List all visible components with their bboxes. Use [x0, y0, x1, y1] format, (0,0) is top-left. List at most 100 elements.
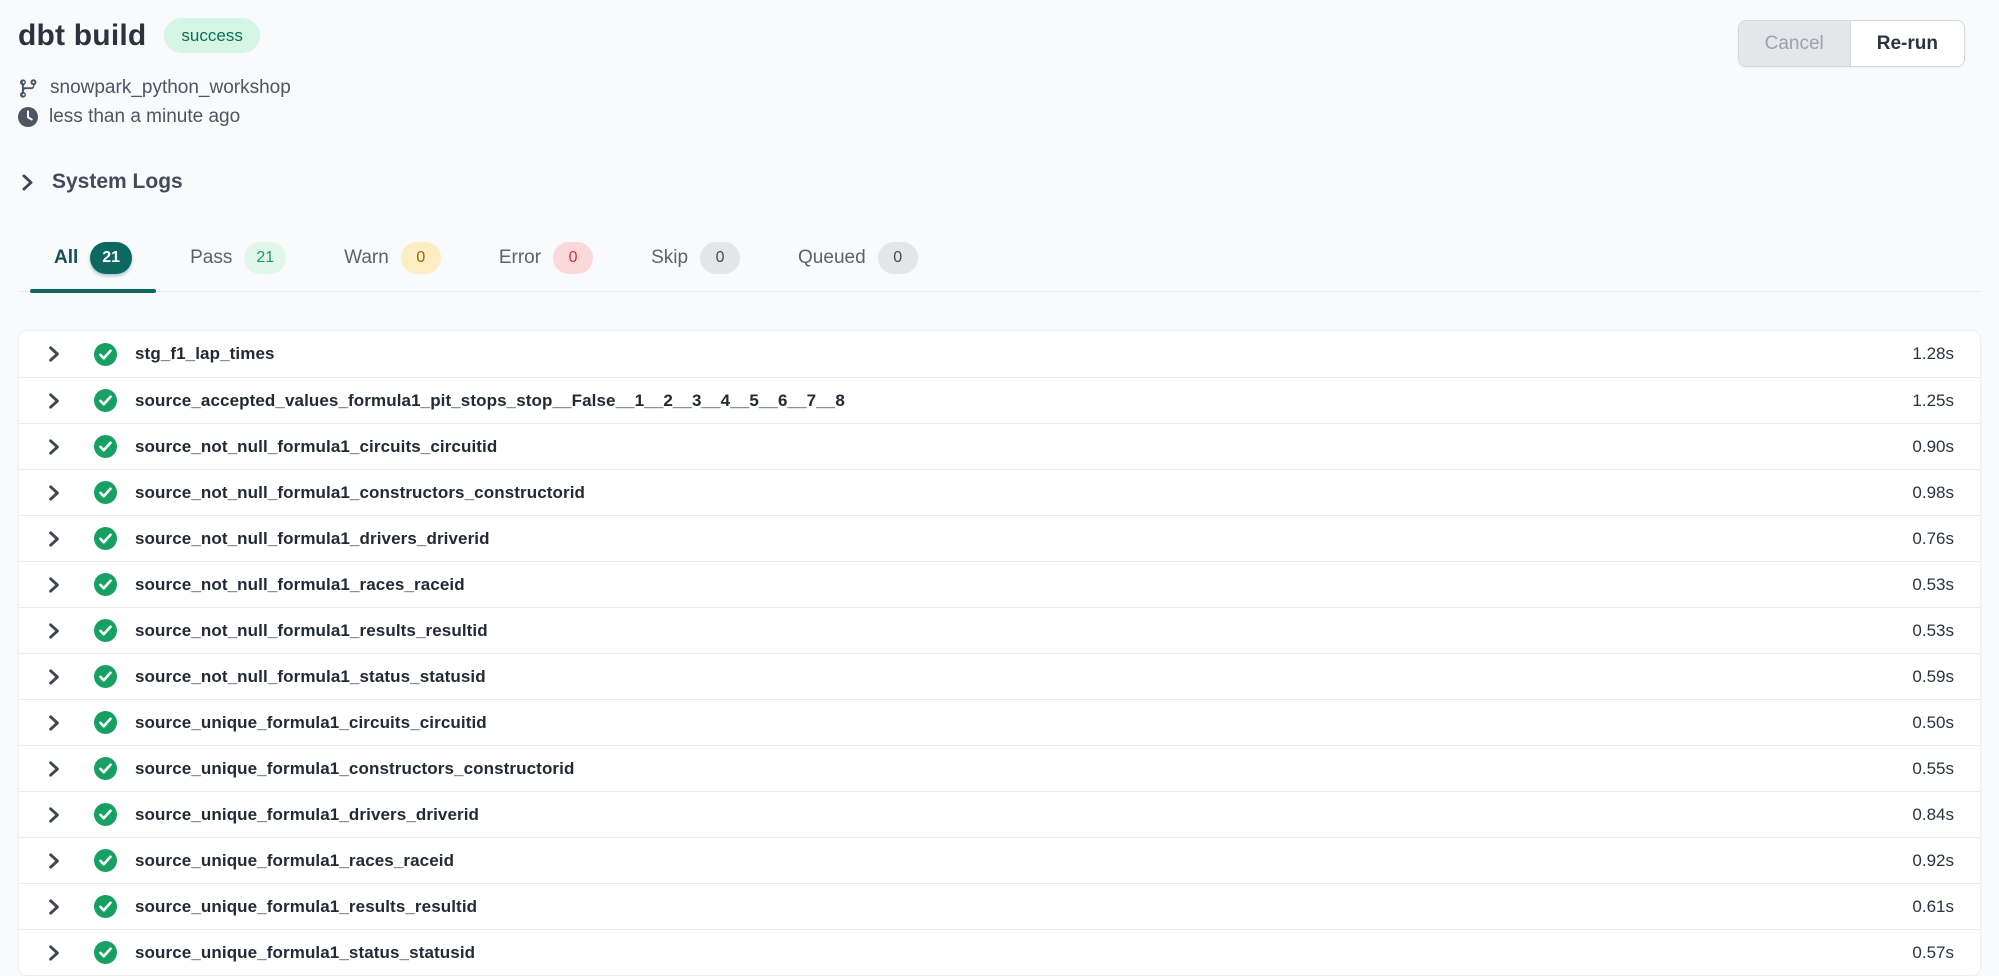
system-logs-label: System Logs	[52, 170, 183, 194]
git-branch-icon	[18, 78, 39, 99]
tab-warn[interactable]: Warn 0	[320, 236, 465, 291]
run-details-page: dbt build success Cancel Re-run snowpark…	[0, 0, 1999, 976]
result-name: source_not_null_formula1_status_statusid	[135, 667, 486, 687]
pass-check-icon	[93, 940, 118, 965]
pass-check-icon	[93, 480, 118, 505]
expand-chevron-icon[interactable]	[45, 530, 63, 548]
tab-count-badge: 0	[553, 242, 593, 274]
result-row[interactable]: source_not_null_formula1_results_resulti…	[19, 607, 1980, 653]
pass-check-icon	[93, 894, 118, 919]
result-name: source_not_null_formula1_circuits_circui…	[135, 437, 497, 457]
expand-chevron-icon[interactable]	[45, 438, 63, 456]
result-row[interactable]: source_unique_formula1_circuits_circuiti…	[19, 699, 1980, 745]
tab-label: Skip	[651, 247, 688, 269]
expand-chevron-icon[interactable]	[45, 852, 63, 870]
result-row[interactable]: source_not_null_formula1_circuits_circui…	[19, 423, 1980, 469]
result-row[interactable]: source_not_null_formula1_status_statusid…	[19, 653, 1980, 699]
pass-check-icon	[93, 802, 118, 827]
run-meta: snowpark_python_workshop less than a min…	[18, 77, 1981, 128]
expand-chevron-icon[interactable]	[45, 345, 63, 363]
result-row[interactable]: source_unique_formula1_results_resultid …	[19, 883, 1980, 929]
result-row[interactable]: source_unique_formula1_constructors_cons…	[19, 745, 1980, 791]
pass-check-icon	[93, 618, 118, 643]
result-row[interactable]: stg_f1_lap_times 1.28s	[19, 331, 1980, 377]
tab-count-badge: 21	[90, 242, 132, 274]
rerun-button[interactable]: Re-run	[1851, 21, 1964, 66]
chevron-right-icon	[18, 173, 37, 192]
system-logs-toggle[interactable]: System Logs	[18, 170, 183, 194]
tab-label: All	[54, 247, 78, 269]
status-badge: success	[164, 18, 259, 53]
run-time-ago: less than a minute ago	[49, 106, 240, 128]
expand-chevron-icon[interactable]	[45, 484, 63, 502]
expand-chevron-icon[interactable]	[45, 576, 63, 594]
pass-check-icon	[93, 664, 118, 689]
result-name: source_not_null_formula1_constructors_co…	[135, 483, 585, 503]
tab-count-badge: 0	[401, 242, 441, 274]
pass-check-icon	[93, 848, 118, 873]
expand-chevron-icon[interactable]	[45, 392, 63, 410]
results-list: stg_f1_lap_times 1.28s source_accepted_v…	[18, 330, 1981, 976]
result-name: source_accepted_values_formula1_pit_stop…	[135, 391, 845, 411]
result-name: source_not_null_formula1_results_resulti…	[135, 621, 488, 641]
page-title: dbt build	[18, 19, 146, 53]
expand-chevron-icon[interactable]	[45, 760, 63, 778]
result-name: source_unique_formula1_constructors_cons…	[135, 759, 574, 779]
pass-check-icon	[93, 572, 118, 597]
result-row[interactable]: source_not_null_formula1_drivers_driveri…	[19, 515, 1980, 561]
tab-count-badge: 0	[878, 242, 918, 274]
result-duration: 1.28s	[1912, 344, 1954, 364]
tab-label: Warn	[344, 247, 389, 269]
clock-icon	[18, 107, 38, 127]
result-name: source_not_null_formula1_drivers_driveri…	[135, 529, 490, 549]
pass-check-icon	[93, 756, 118, 781]
result-row[interactable]: source_accepted_values_formula1_pit_stop…	[19, 377, 1980, 423]
pass-check-icon	[93, 526, 118, 551]
result-name: stg_f1_lap_times	[135, 344, 275, 364]
expand-chevron-icon[interactable]	[45, 668, 63, 686]
tab-label: Error	[499, 247, 541, 269]
result-duration: 0.53s	[1912, 621, 1954, 641]
result-row[interactable]: source_not_null_formula1_races_raceid 0.…	[19, 561, 1980, 607]
result-duration: 0.57s	[1912, 943, 1954, 963]
expand-chevron-icon[interactable]	[45, 898, 63, 916]
pass-check-icon	[93, 434, 118, 459]
page-header: dbt build success Cancel Re-run	[18, 0, 1981, 67]
result-name: source_unique_formula1_drivers_driverid	[135, 805, 479, 825]
expand-chevron-icon[interactable]	[45, 806, 63, 824]
tab-all[interactable]: All 21	[30, 236, 156, 291]
tab-count-badge: 0	[700, 242, 740, 274]
pass-check-icon	[93, 342, 118, 367]
result-duration: 0.92s	[1912, 851, 1954, 871]
tab-queued[interactable]: Queued 0	[774, 236, 942, 291]
result-duration: 0.55s	[1912, 759, 1954, 779]
result-name: source_unique_formula1_status_statusid	[135, 943, 475, 963]
status-filter-tabs: All 21 Pass 21 Warn 0 Error 0 Skip 0 Que…	[18, 236, 1981, 292]
result-duration: 1.25s	[1912, 391, 1954, 411]
result-duration: 0.59s	[1912, 667, 1954, 687]
result-duration: 0.76s	[1912, 529, 1954, 549]
tab-count-badge: 21	[244, 242, 286, 274]
expand-chevron-icon[interactable]	[45, 622, 63, 640]
result-row[interactable]: source_not_null_formula1_constructors_co…	[19, 469, 1980, 515]
run-actions: Cancel Re-run	[1738, 20, 1965, 67]
tab-pass[interactable]: Pass 21	[166, 236, 310, 291]
pass-check-icon	[93, 388, 118, 413]
result-duration: 0.98s	[1912, 483, 1954, 503]
result-duration: 0.50s	[1912, 713, 1954, 733]
expand-chevron-icon[interactable]	[45, 714, 63, 732]
result-row[interactable]: source_unique_formula1_races_raceid 0.92…	[19, 837, 1980, 883]
tab-label: Pass	[190, 247, 232, 269]
cancel-button[interactable]: Cancel	[1739, 21, 1851, 66]
tab-error[interactable]: Error 0	[475, 236, 617, 291]
result-row[interactable]: source_unique_formula1_drivers_driverid …	[19, 791, 1980, 837]
result-duration: 0.53s	[1912, 575, 1954, 595]
result-duration: 0.90s	[1912, 437, 1954, 457]
branch-name: snowpark_python_workshop	[50, 77, 291, 99]
tab-label: Queued	[798, 247, 866, 269]
result-duration: 0.84s	[1912, 805, 1954, 825]
result-name: source_not_null_formula1_races_raceid	[135, 575, 465, 595]
tab-skip[interactable]: Skip 0	[627, 236, 764, 291]
result-row[interactable]: source_unique_formula1_status_statusid 0…	[19, 929, 1980, 975]
result-duration: 0.61s	[1912, 897, 1954, 917]
